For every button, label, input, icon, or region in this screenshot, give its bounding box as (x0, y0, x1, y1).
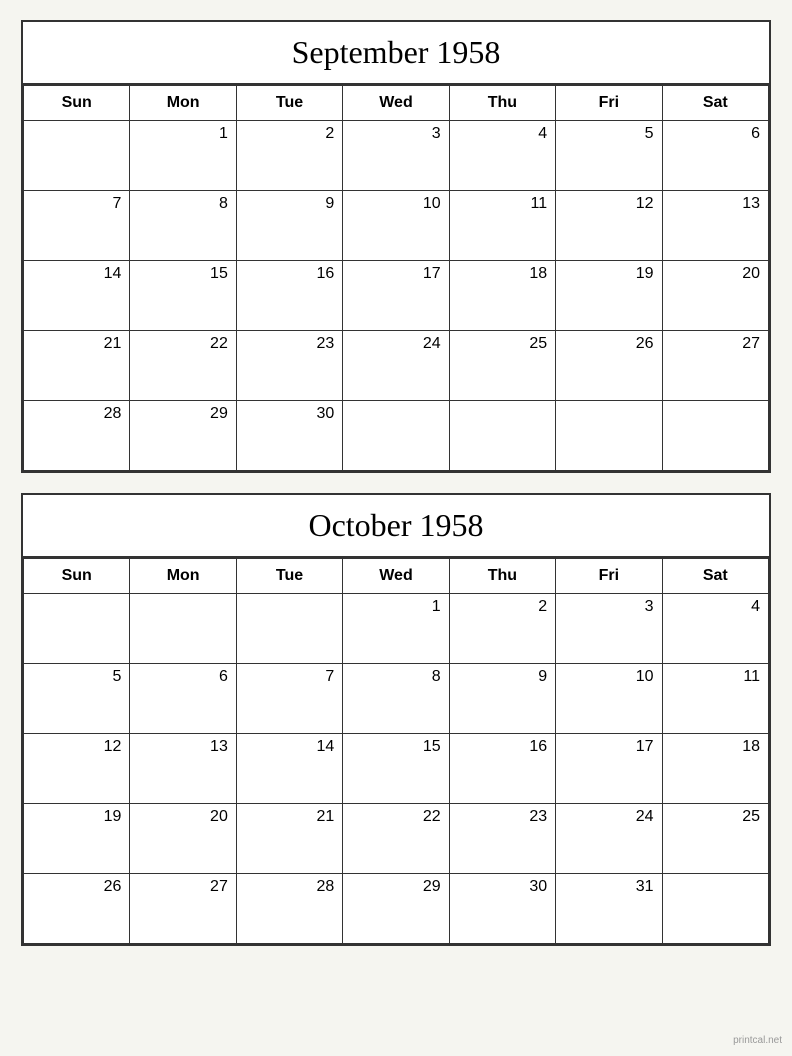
header-mon: Mon (130, 559, 236, 594)
calendar-day-cell: 3 (556, 594, 662, 664)
calendar-day-cell: 17 (343, 261, 449, 331)
calendar-day-cell: 17 (556, 734, 662, 804)
calendar-title-september-1958: September 1958 (23, 22, 769, 85)
calendar-day-cell: 25 (449, 331, 555, 401)
calendar-day-cell: 14 (236, 734, 342, 804)
calendar-day-cell: 12 (556, 191, 662, 261)
calendar-day-cell: 19 (556, 261, 662, 331)
calendar-day-cell (449, 401, 555, 471)
calendar-day-cell: 21 (236, 804, 342, 874)
calendar-day-cell: 8 (130, 191, 236, 261)
calendar-day-cell: 20 (130, 804, 236, 874)
calendar-day-cell: 18 (662, 734, 768, 804)
calendar-day-cell: 20 (662, 261, 768, 331)
calendar-day-cell: 28 (236, 874, 342, 944)
calendar-day-cell: 24 (343, 331, 449, 401)
calendar-day-cell: 3 (343, 121, 449, 191)
calendar-day-cell: 8 (343, 664, 449, 734)
calendar-day-cell: 5 (556, 121, 662, 191)
calendar-day-cell: 10 (556, 664, 662, 734)
header-sun: Sun (24, 86, 130, 121)
calendar-day-cell: 21 (24, 331, 130, 401)
calendar-day-cell: 15 (130, 261, 236, 331)
calendar-october-1958: October 1958SunMonTueWedThuFriSat1234567… (21, 493, 771, 946)
calendar-day-cell: 15 (343, 734, 449, 804)
calendar-day-cell: 4 (449, 121, 555, 191)
calendar-day-cell: 16 (449, 734, 555, 804)
calendar-day-cell: 22 (130, 331, 236, 401)
calendar-day-cell: 6 (130, 664, 236, 734)
watermark: printcal.net (733, 1035, 782, 1046)
calendar-day-cell: 23 (449, 804, 555, 874)
calendar-day-cell: 29 (130, 401, 236, 471)
calendar-day-cell: 24 (556, 804, 662, 874)
calendar-day-cell: 26 (556, 331, 662, 401)
calendar-day-cell: 1 (130, 121, 236, 191)
header-thu: Thu (449, 559, 555, 594)
calendar-title-october-1958: October 1958 (23, 495, 769, 558)
calendar-day-cell: 18 (449, 261, 555, 331)
calendar-day-cell: 26 (24, 874, 130, 944)
calendar-day-cell: 9 (236, 191, 342, 261)
header-sat: Sat (662, 86, 768, 121)
calendar-day-cell (556, 401, 662, 471)
calendar-day-cell: 13 (130, 734, 236, 804)
calendar-day-cell: 30 (449, 874, 555, 944)
header-wed: Wed (343, 559, 449, 594)
calendar-day-cell: 6 (662, 121, 768, 191)
header-thu: Thu (449, 86, 555, 121)
calendar-day-cell: 31 (556, 874, 662, 944)
calendar-day-cell: 11 (449, 191, 555, 261)
calendar-day-cell: 19 (24, 804, 130, 874)
header-mon: Mon (130, 86, 236, 121)
header-wed: Wed (343, 86, 449, 121)
calendar-day-cell (343, 401, 449, 471)
header-sat: Sat (662, 559, 768, 594)
calendar-day-cell: 4 (662, 594, 768, 664)
calendar-day-cell: 10 (343, 191, 449, 261)
calendar-day-cell: 22 (343, 804, 449, 874)
calendar-day-cell: 11 (662, 664, 768, 734)
calendar-day-cell: 7 (236, 664, 342, 734)
calendar-day-cell: 27 (662, 331, 768, 401)
header-tue: Tue (236, 559, 342, 594)
calendar-day-cell: 27 (130, 874, 236, 944)
calendar-day-cell: 16 (236, 261, 342, 331)
calendar-day-cell: 13 (662, 191, 768, 261)
calendar-day-cell: 23 (236, 331, 342, 401)
header-tue: Tue (236, 86, 342, 121)
calendar-day-cell: 28 (24, 401, 130, 471)
calendar-day-cell: 2 (449, 594, 555, 664)
calendar-day-cell: 1 (343, 594, 449, 664)
calendar-day-cell (24, 594, 130, 664)
header-fri: Fri (556, 559, 662, 594)
header-fri: Fri (556, 86, 662, 121)
calendar-day-cell: 29 (343, 874, 449, 944)
header-sun: Sun (24, 559, 130, 594)
calendar-day-cell: 12 (24, 734, 130, 804)
calendar-day-cell: 7 (24, 191, 130, 261)
calendar-day-cell: 30 (236, 401, 342, 471)
calendar-day-cell (236, 594, 342, 664)
calendar-day-cell (24, 121, 130, 191)
calendar-day-cell: 25 (662, 804, 768, 874)
calendar-day-cell (662, 874, 768, 944)
calendar-day-cell: 5 (24, 664, 130, 734)
calendar-september-1958: September 1958SunMonTueWedThuFriSat12345… (21, 20, 771, 473)
calendar-day-cell: 9 (449, 664, 555, 734)
calendar-day-cell (662, 401, 768, 471)
calendar-day-cell: 14 (24, 261, 130, 331)
calendar-day-cell (130, 594, 236, 664)
calendar-day-cell: 2 (236, 121, 342, 191)
